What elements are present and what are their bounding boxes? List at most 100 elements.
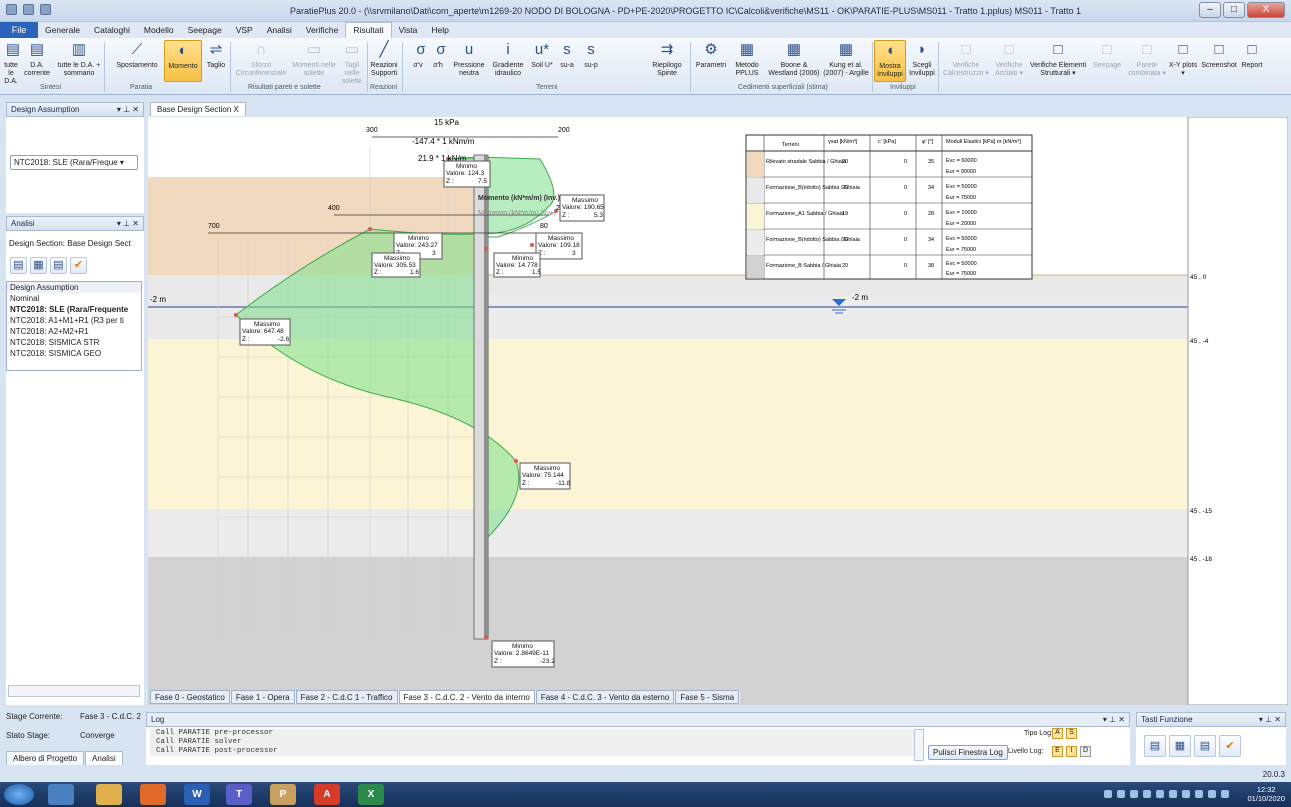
sigma-h-button[interactable]: σ σ'h xyxy=(430,40,446,82)
menu-help[interactable]: Help xyxy=(424,25,455,35)
list-item[interactable]: NTC2018: A1+M1+R1 (R3 per ti xyxy=(7,315,141,326)
kung-button[interactable]: ▦ Kung et al. (2007) - Argille xyxy=(822,40,870,82)
choose-envelopes-button[interactable]: ◗ Scegli Inviluppi xyxy=(908,40,936,82)
menu-analisi[interactable]: Analisi xyxy=(260,25,299,35)
minimize-button[interactable]: – xyxy=(1199,2,1221,18)
pore-pressure-button[interactable]: u Pressione neutra xyxy=(450,40,488,82)
tab-analisi[interactable]: Analisi xyxy=(85,751,123,765)
run-all-icon[interactable]: ▦ xyxy=(1169,735,1191,757)
su-p-button[interactable]: s su-p xyxy=(580,40,602,82)
list-item[interactable]: NTC2018: A2+M2+R1 xyxy=(7,326,141,337)
pin-icon[interactable]: ▾ ⊥ ✕ xyxy=(117,217,139,230)
list-item[interactable]: NTC2018: SISMICA STR xyxy=(7,337,141,348)
pin-icon[interactable]: ▾ ⊥ ✕ xyxy=(1259,713,1281,726)
design-assumption-combo[interactable]: NTC2018: SLE (Rara/Freque ▾ xyxy=(10,155,138,170)
tab-fase-3[interactable]: Fase 3 - C.d.C. 2 - Vento da interno xyxy=(398,690,535,704)
log-level-e-button[interactable]: E xyxy=(1052,746,1063,757)
firefox-icon[interactable] xyxy=(140,784,166,805)
check-icon[interactable]: ✔ xyxy=(1219,735,1241,757)
app-icon[interactable] xyxy=(6,4,17,15)
run-analysis-icon[interactable]: ▤ xyxy=(1144,735,1166,757)
tab-fase-1[interactable]: Fase 1 - Opera xyxy=(230,690,295,704)
maximize-button[interactable]: □ xyxy=(1223,2,1245,18)
pplus-method-button[interactable]: ▦ Metodo PPLUS xyxy=(730,40,764,82)
steel-checks-button[interactable]: □ Verifiche Acciaio ▾ xyxy=(992,40,1026,82)
displacement-button[interactable]: ⟋ Spostamento xyxy=(114,40,160,82)
menu-vsp[interactable]: VSP xyxy=(229,25,260,35)
slab-moments-button[interactable]: ▭ Momenti nelle solette xyxy=(290,40,338,82)
soil-u-button[interactable]: u* Soil U* xyxy=(530,40,554,82)
boone-westland-button[interactable]: ▦ Boone & Westland (2006) xyxy=(766,40,822,82)
all-da-button[interactable]: ▤ tutte le D.A. xyxy=(2,40,20,85)
menu-generale[interactable]: Generale xyxy=(38,25,87,35)
moment-button[interactable]: ◐ Momento xyxy=(164,40,202,82)
list-item[interactable]: Nominal xyxy=(7,293,141,304)
parameters-button[interactable]: ⚙ Parametri xyxy=(694,40,728,82)
combined-wall-button[interactable]: □ Parete combinata ▾ xyxy=(1128,40,1166,82)
tab-albero[interactable]: Albero di Progetto xyxy=(6,751,85,765)
clock[interactable]: 12:32 01/10/2020 xyxy=(1247,785,1285,803)
hydraulic-gradient-button[interactable]: i Gradiente idraulico xyxy=(488,40,528,82)
log-level-d-button[interactable]: D xyxy=(1080,746,1091,757)
word-icon[interactable]: W xyxy=(184,784,210,805)
shear-button[interactable]: ⇌ Taglio xyxy=(204,40,228,82)
sigma-v-button[interactable]: σ σ'v xyxy=(410,40,426,82)
start-button[interactable] xyxy=(4,784,34,805)
menu-vista[interactable]: Vista xyxy=(392,25,425,35)
tab-fase-4[interactable]: Fase 4 - C.d.C. 3 - Vento da esterno xyxy=(535,690,675,704)
check-icon[interactable]: ✔ xyxy=(70,257,87,274)
all-da-summary-button[interactable]: ▥ tutte le D.A. + sommario xyxy=(56,40,102,82)
log-level-i-button[interactable]: I xyxy=(1066,746,1077,757)
close-icon[interactable]: X xyxy=(234,105,239,114)
tab-base-design-section[interactable]: Base Design Section X xyxy=(150,102,246,116)
menu-modello[interactable]: Modello xyxy=(137,25,181,35)
horizontal-scrollbar[interactable] xyxy=(8,685,140,697)
menu-cataloghi[interactable]: Cataloghi xyxy=(87,25,137,35)
close-button[interactable]: X xyxy=(1247,2,1285,18)
diagram-area[interactable]: 300 200 400 200 700 80 15 kPa -147.4 * 1… xyxy=(148,117,1288,705)
excel-icon[interactable]: X xyxy=(358,784,384,805)
hoop-force-button[interactable]: ∩ Sforzo Circonferenziale xyxy=(232,40,290,82)
analysis-multi-icon[interactable]: ▦ xyxy=(30,257,47,274)
menu-seepage[interactable]: Seepage xyxy=(181,25,229,35)
list-item[interactable]: NTC2018: SLE (Rara/Frequente xyxy=(7,304,141,315)
log-scrollbar[interactable] xyxy=(914,729,924,761)
support-reactions-button[interactable]: ╱ Reazioni Supporti xyxy=(368,40,400,82)
structural-checks-button[interactable]: □ Verifiche Elementi Strutturali ▾ xyxy=(1026,40,1090,82)
xy-plots-button[interactable]: □ X-Y plots ▾ xyxy=(1168,40,1198,82)
clear-log-button[interactable]: Pulisci Finestra Log xyxy=(928,745,1008,760)
save-icon[interactable] xyxy=(23,4,34,15)
quick-access-toolbar[interactable] xyxy=(6,4,51,15)
su-a-button[interactable]: s su-a xyxy=(556,40,578,82)
file-menu[interactable]: File xyxy=(0,22,38,38)
screenshot-button[interactable]: □ Screenshot xyxy=(1200,40,1238,82)
log-type-s-button[interactable]: S xyxy=(1066,728,1077,739)
log-type-a-button[interactable]: A xyxy=(1052,728,1063,739)
report-icon[interactable]: ▤ xyxy=(1194,735,1216,757)
analysis-doc-icon[interactable]: ▤ xyxy=(50,257,67,274)
current-da-button[interactable]: ▤ D.A. corrente xyxy=(22,40,52,82)
report-button[interactable]: □ Report xyxy=(1238,40,1266,82)
tab-fase-2[interactable]: Fase 2 - C.d.C 1 - Traffico xyxy=(295,690,398,704)
pin-icon[interactable]: ▾ ⊥ ✕ xyxy=(1103,713,1125,726)
slab-shear-button[interactable]: ▭ Tagli nelle solette xyxy=(338,40,366,85)
acrobat-icon[interactable]: A xyxy=(314,784,340,805)
paratieplus-icon[interactable]: P xyxy=(270,784,296,805)
teams-icon[interactable]: T xyxy=(226,784,252,805)
seepage-button[interactable]: □ Seepage xyxy=(1090,40,1124,82)
thrust-summary-button[interactable]: ⇉ Riepilogo Spinte xyxy=(648,40,686,82)
analysis-run-icon[interactable]: ▤ xyxy=(10,257,27,274)
explorer-icon[interactable] xyxy=(48,784,74,805)
tab-fase-0[interactable]: Fase 0 - Geostatico xyxy=(150,690,230,704)
undo-icon[interactable] xyxy=(40,4,51,15)
list-item[interactable]: NTC2018: SISMICA GEO xyxy=(7,348,141,359)
system-tray[interactable] xyxy=(1104,790,1229,798)
menu-verifiche[interactable]: Verifiche xyxy=(299,25,346,35)
tab-fase-5[interactable]: Fase 5 - Sisma xyxy=(675,690,740,704)
pin-icon[interactable]: ▾ ⊥ ✕ xyxy=(117,103,139,116)
concrete-checks-button[interactable]: □ Verifiche Calcestruzzo ▾ xyxy=(940,40,992,82)
svg-text:Minimo: Minimo xyxy=(456,163,477,170)
folder-icon[interactable] xyxy=(96,784,122,805)
menu-risultati[interactable]: Risultati xyxy=(345,22,392,38)
show-envelopes-button[interactable]: ◖ Mostra Inviluppi xyxy=(874,40,906,82)
